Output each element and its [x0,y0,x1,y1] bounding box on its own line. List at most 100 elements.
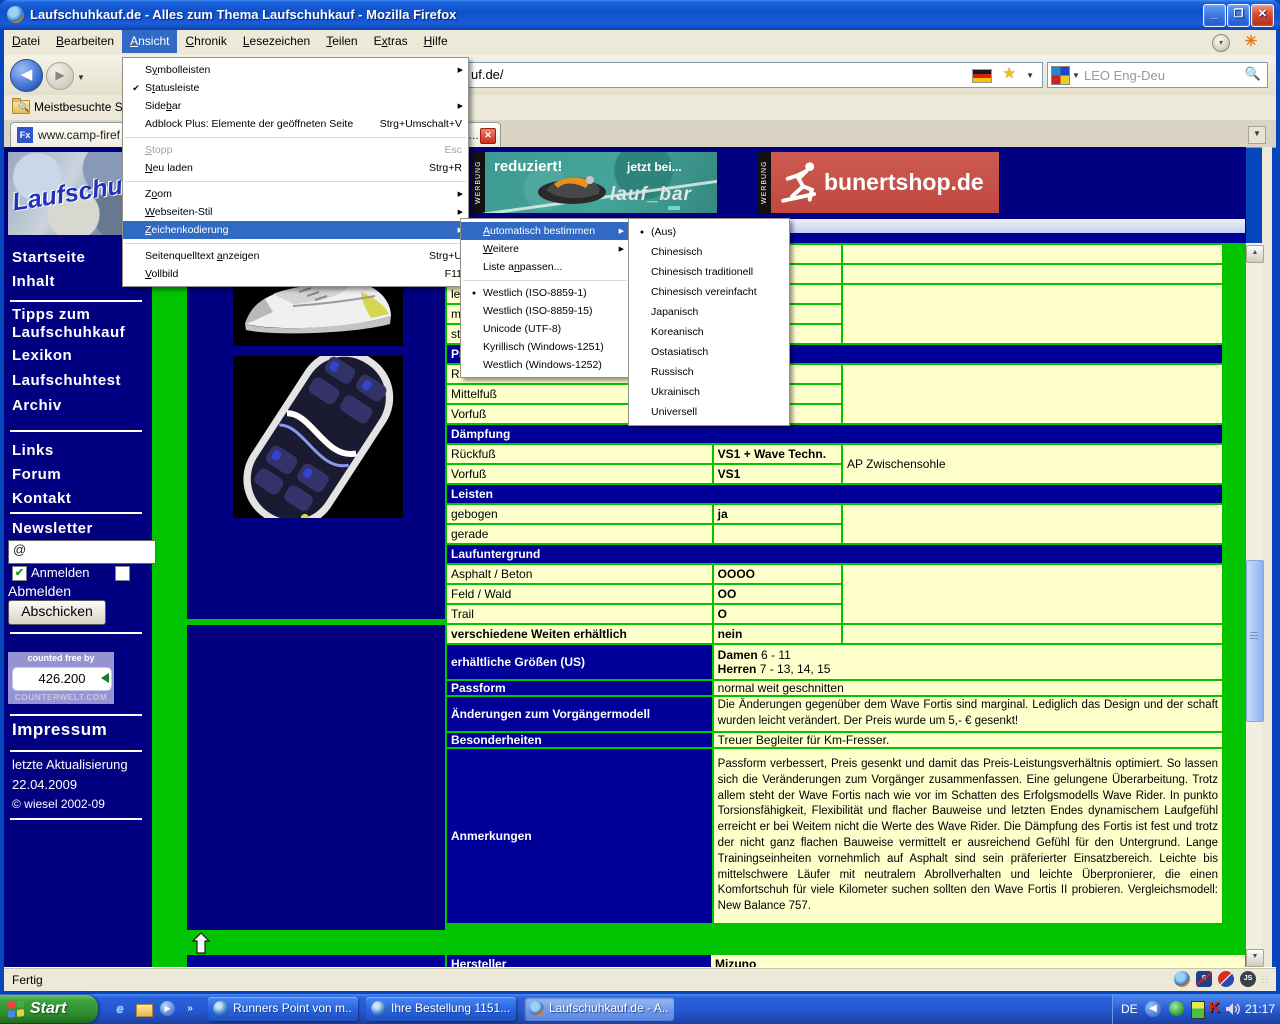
copyright: © wiesel 2002-09 [12,797,105,811]
encoding-menu-item-kyrillisch-windows-1251[interactable]: Kyrillisch (Windows-1251) [461,338,629,356]
menu-item-label: Chinesisch [651,246,702,258]
js-status-icon[interactable]: JS [1240,971,1256,987]
autodetect-menu-item-chinesisch-traditionell[interactable]: Chinesisch traditionell [629,262,789,282]
encoding-menu-item-westlich-windows-1252[interactable]: Westlich (Windows-1252) [461,356,629,374]
updated-label: letzte Aktualisierung [12,757,128,772]
table-value-besonderheiten: Treuer Begleiter für Km-Fresser. [714,733,1222,747]
volume-tray-icon[interactable] [1225,1002,1241,1016]
autodetect-menu-item-chinesisch-vereinfacht[interactable]: Chinesisch vereinfacht [629,282,789,302]
table-label-besonderheiten: Besonderheiten [447,733,712,747]
abschicken-button[interactable]: Abschicken [8,600,106,625]
table-value-trail: O [714,605,841,623]
menu-item-label: Zoom [145,188,172,200]
banner-brand-bunertshop: bunertshop.de [824,169,984,196]
quicklaunch-ie-icon[interactable]: e [112,1001,128,1017]
network-tray-icon[interactable] [1169,1001,1184,1016]
anmelden-checkbox[interactable]: ✔ [12,566,27,581]
quicklaunch-more-icon[interactable]: » [182,1001,198,1017]
banner-text-reduziert: reduziert! [494,158,562,175]
quicklaunch-media-icon[interactable]: ▶ [160,1001,175,1016]
autodetect-menu-item-ukrainisch[interactable]: Ukrainisch [629,382,789,402]
start-button[interactable]: Start [0,995,98,1023]
noscript-icon[interactable]: S [1196,971,1212,987]
autodetect-menu-item-chinesisch[interactable]: Chinesisch [629,242,789,262]
view-menu-item-webseiten-stil[interactable]: Webseiten-Stil ▶ [123,203,468,221]
taskbar-task-laufschuhkauf-de-a[interactable]: Laufschuhkauf.de - A... [524,997,674,1021]
abmelden-checkbox[interactable] [115,566,130,581]
view-menu-item-adblock-plus-elemente-der-ge-ffneten-sei[interactable]: Adblock Plus: Elemente der geöffneten Se… [123,115,468,133]
firefox-status-icon[interactable] [1174,971,1190,987]
encoding-submenu: Automatisch bestimmen▶Weitere▶ Liste anpa… [460,218,630,378]
submenu-arrow-icon: ▶ [458,208,463,216]
banner-brand-laufbar: lauf_bar [610,184,692,206]
view-menu-item-zeichenkodierung[interactable]: Zeichenkodierung▶ [123,221,468,239]
scrollbar-down-icon[interactable]: ▼ [1246,949,1264,967]
view-menu-item-neu-laden[interactable]: Neu ladenStrg+R [123,159,468,177]
visitor-counter[interactable]: counted free by 426.200 COUNTERWELT.COM [8,652,114,704]
taskbar-task-runners-point-von-m[interactable]: Runners Point von m... [208,997,358,1021]
battery-tray-icon[interactable] [1191,1001,1205,1019]
sidebar-item-lexikon[interactable]: Lexikon [12,347,152,365]
sidebar-divider [10,632,142,634]
tray-collapse-icon[interactable]: ◀ [1145,1001,1161,1017]
encoding-menu-item-automatisch-bestimmen[interactable]: Automatisch bestimmen▶ [461,222,629,240]
autodetect-menu-item-ostasiatisch[interactable]: Ostasiatisch [629,342,789,362]
sidebar-item-laufschuhtest[interactable]: Laufschuhtest [12,372,152,390]
sidebar-item-links[interactable]: Links [12,442,152,460]
table-label-verschiedene-weiten-erh-ltlich: verschiedene Weiten erhältlich [447,625,712,643]
view-menu-item-sidebar[interactable]: Sidebar▶ [123,97,468,115]
newsletter-title: Newsletter [12,520,152,538]
menu-item-shortcut: Strg+Umschalt+V [368,118,462,130]
werbung-label: WERBUNG [758,152,771,213]
view-menu-item-zoom[interactable]: Zoom▶ [123,185,468,203]
table-value-verschiedene-weiten-erh-ltlich: nein [714,625,841,643]
encoding-menu-item-westlich-iso-8859-1[interactable]: ●Westlich (ISO-8859-1) [461,284,629,302]
autodetect-menu-item-koreanisch[interactable]: Koreanisch [629,322,789,342]
scrollbar-up-icon[interactable]: ▲ [1246,245,1264,263]
autodetect-menu-item-aus[interactable]: ●(Aus) [629,222,789,242]
kaspersky-tray-icon[interactable]: K [1209,999,1220,1016]
encoding-menu-item-weitere[interactable]: Weitere▶ [461,240,629,258]
table-value-r-ckfu: VS1 + Wave Techn. [714,445,841,463]
counter-value: 426.200 [12,667,112,691]
encoding-menu-item-unicode-utf-8[interactable]: Unicode (UTF-8) [461,320,629,338]
table-label-trail: Trail [447,605,712,623]
menu-item-label: Chinesisch traditionell [651,266,753,278]
autodetect-menu-item-russisch[interactable]: Russisch [629,362,789,382]
view-menu-item-vollbild[interactable]: VollbildF11 [123,265,468,283]
autodetect-menu-item-japanisch[interactable]: Japanisch [629,302,789,322]
encoding-menu-item-westlich-iso-8859-15[interactable]: Westlich (ISO-8859-15) [461,302,629,320]
encoding-menu-item-liste-anpassen[interactable]: Liste anpassen... [461,258,629,276]
table-section-laufuntergrund: Laufuntergrund [447,545,1222,563]
submenu-arrow-icon: ▶ [458,102,463,110]
task-title: Runners Point von m... [233,1001,353,1015]
banner-laufbar[interactable]: WERBUNG reduziert! jetzt bei... lauf_bar [472,152,717,213]
sidebar-item-impressum[interactable]: Impressum [12,720,107,740]
view-menu-item-statusleiste[interactable]: ✔Statusleiste [123,79,468,97]
view-menu: Symbolleisten▶✔StatusleisteSidebar▶Adblo… [122,57,469,287]
checkmark-icon: ✔ [129,83,143,94]
view-menu-item-seitenquelltext-anzeigen[interactable]: Seitenquelltext anzeigenStrg+U [123,247,468,265]
view-menu-item-symbolleisten[interactable]: Symbolleisten▶ [123,61,468,79]
sidebar-item-tipps-zum-laufschuhkauf[interactable]: Tipps zum Laufschuhkauf [12,306,152,342]
quicklaunch-folder-icon[interactable] [136,1001,152,1017]
taskbar-task-ihre-bestellung-1151[interactable]: Ihre Bestellung 1151... [366,997,516,1021]
counter-arrow-icon [101,673,109,683]
submenu-arrow-icon: ▶ [458,66,463,74]
scrollbar-thumb[interactable] [1246,560,1264,722]
menu-item-label: Liste anpassen... [483,261,562,273]
scroll-top-arrow-icon[interactable] [192,932,210,954]
table-label-vorfu: Vorfuß [447,465,712,483]
banner-bunertshop[interactable]: WERBUNG bunertshop.de [758,152,999,213]
adblock-status-icon[interactable] [1218,971,1234,987]
sidebar-item-kontakt[interactable]: Kontakt [12,490,152,508]
view-menu-item-stopp[interactable]: StoppEsc [123,141,468,159]
sidebar-item-archiv[interactable]: Archiv [12,397,152,415]
table-note-cell [843,245,1222,263]
table-label-feld-wald: Feld / Wald [447,585,712,603]
menu-item-label: Webseiten-Stil [145,206,213,218]
language-indicator[interactable]: DE [1121,1002,1138,1016]
newsletter-email-field[interactable]: @ [8,540,156,564]
sidebar-item-forum[interactable]: Forum [12,466,152,484]
autodetect-menu-item-universell[interactable]: Universell [629,402,789,422]
